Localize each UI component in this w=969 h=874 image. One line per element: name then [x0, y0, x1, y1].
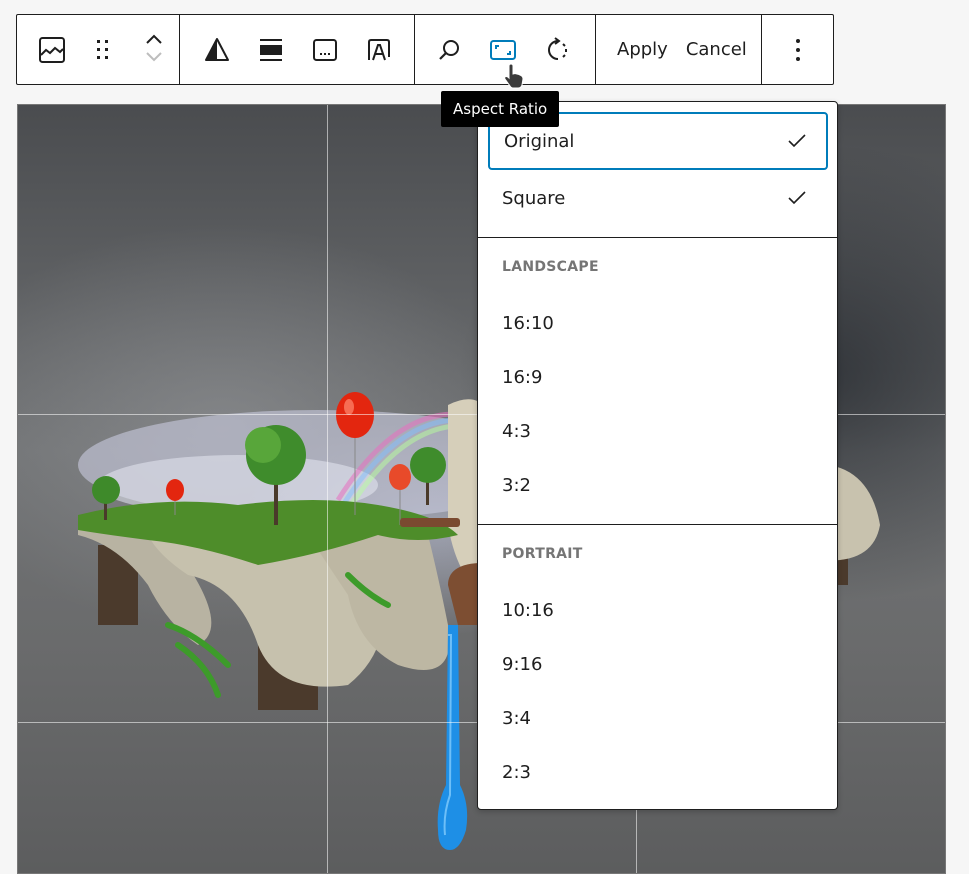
- check-icon: [788, 191, 806, 205]
- text-over-image-button[interactable]: [352, 15, 406, 84]
- more-options-button[interactable]: [771, 15, 825, 84]
- option-label: Original: [504, 130, 575, 152]
- aspect-option-16-10[interactable]: 16:10: [478, 296, 837, 350]
- section-heading-landscape: LANDSCAPE: [502, 259, 599, 275]
- caption-icon: [313, 38, 337, 61]
- text-over-image-icon: [368, 38, 390, 60]
- aspect-ratio-tooltip: Aspect Ratio: [441, 91, 560, 127]
- apply-button[interactable]: Apply: [608, 15, 677, 84]
- image-icon: [38, 36, 65, 63]
- duotone-icon: [205, 37, 229, 61]
- option-label: Square: [502, 187, 566, 209]
- move-down-button[interactable]: [144, 50, 164, 68]
- check-icon: [788, 134, 806, 148]
- align-wide-icon: [260, 38, 282, 61]
- section-heading-portrait: PORTRAIT: [502, 546, 583, 562]
- align-button[interactable]: [244, 15, 298, 84]
- aspect-option-16-9[interactable]: 16:9: [478, 350, 837, 404]
- chevron-up-icon: [145, 34, 162, 44]
- aspect-option-10-16[interactable]: 10:16: [478, 583, 837, 637]
- toolbar-group-actions: Apply Cancel: [596, 15, 762, 84]
- rotate-button[interactable]: [530, 15, 584, 84]
- rotate-icon: [548, 36, 567, 60]
- block-mover: [128, 15, 179, 84]
- block-toolbar: Apply Cancel: [16, 14, 834, 85]
- toolbar-group-more: [762, 15, 833, 84]
- drag-handle-button[interactable]: [77, 15, 128, 84]
- duotone-button[interactable]: [190, 15, 244, 84]
- aspect-option-9-16[interactable]: 9:16: [478, 637, 837, 691]
- toolbar-group-block: [17, 15, 180, 84]
- zoom-button[interactable]: [422, 15, 476, 84]
- aspect-option-3-4[interactable]: 3:4: [478, 691, 837, 745]
- more-vertical-icon: [795, 38, 800, 61]
- aspect-option-2-3[interactable]: 2:3: [478, 745, 837, 799]
- aspect-ratio-icon: [490, 39, 516, 60]
- caption-button[interactable]: [298, 15, 352, 84]
- drag-handle-icon: [96, 39, 108, 59]
- pointer-cursor-icon: [504, 64, 524, 89]
- aspect-option-4-3[interactable]: 4:3: [478, 404, 837, 458]
- toolbar-group-style: [180, 15, 415, 84]
- aspect-option-square[interactable]: Square: [478, 171, 837, 225]
- image-block-button[interactable]: [26, 15, 77, 84]
- cancel-button[interactable]: Cancel: [677, 15, 756, 84]
- chevron-down-icon: [145, 51, 162, 61]
- move-up-button[interactable]: [144, 32, 164, 50]
- crop-grid-line-v1: [327, 105, 328, 873]
- aspect-option-3-2[interactable]: 3:2: [478, 458, 837, 512]
- zoom-icon: [439, 39, 459, 60]
- aspect-ratio-menu: Original Square LANDSCAPE 16:10 16:9 4:3…: [477, 101, 838, 810]
